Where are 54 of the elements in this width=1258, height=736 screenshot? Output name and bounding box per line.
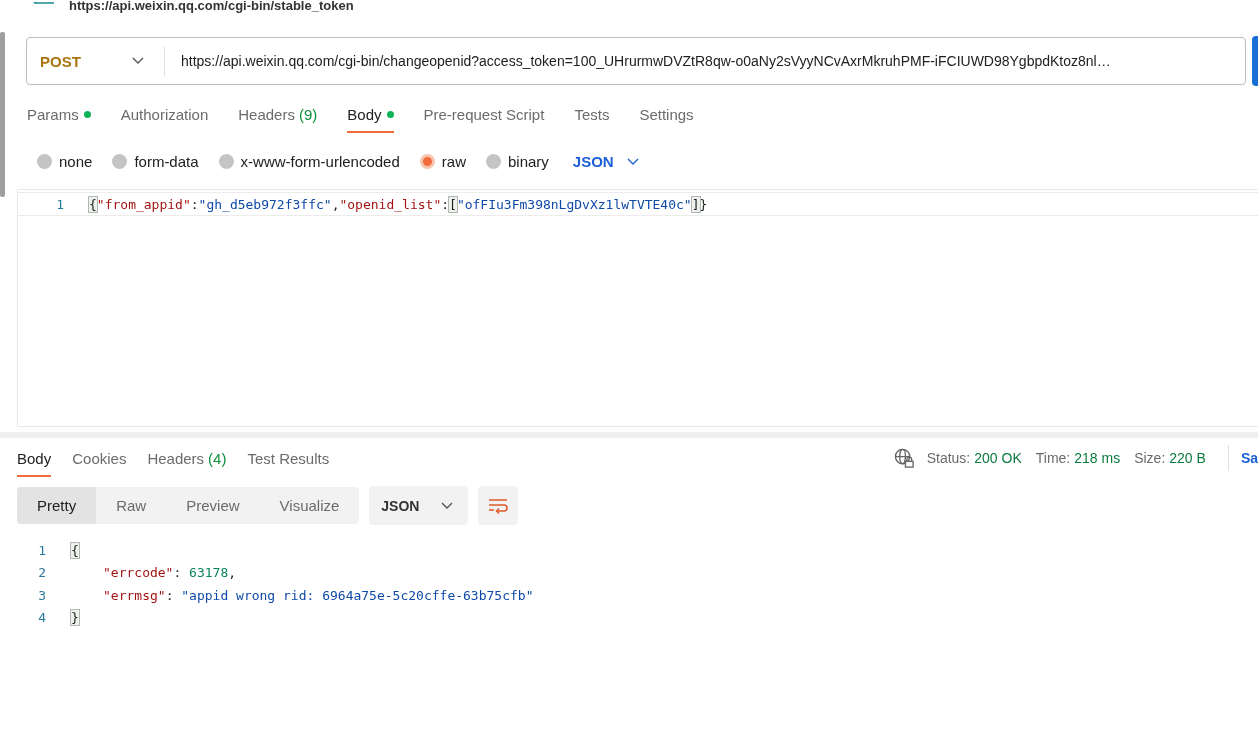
tab[interactable]: Tests	[574, 106, 610, 133]
code-editor[interactable]: 1 {"from_appid":"gh_d5eb972f3ffc","openid_list":["ofFIu3Fm398nLgDvXz1lwTVTE40c"]}	[17, 189, 1258, 427]
wrap-lines-button[interactable]	[478, 486, 519, 525]
view-mode-tab[interactable]: Raw	[96, 487, 167, 524]
format-dropdown[interactable]: JSON	[369, 486, 469, 525]
radio-label: x-www-form-urlencoded	[240, 153, 400, 170]
radio-label: form-data	[134, 153, 199, 170]
line-number: 1	[37, 542, 46, 558]
wrap-icon	[488, 497, 509, 514]
url-field[interactable]: https://api.weixin.qq.com/cgi-bin/changeopenid?access_token=100_UHrurmwDVZtR8qw-o0aNy2sVyyNCvAxrMkruhPMF-iFCIUWD98YgbpdKtoz8nl…	[165, 53, 1111, 69]
tab[interactable]: Authorization	[120, 106, 209, 133]
chevron-icon	[626, 157, 639, 166]
radio-icon[interactable]	[112, 154, 128, 169]
tab[interactable]: Pre-request Script	[423, 106, 545, 133]
status-label: Time:	[1035, 450, 1071, 466]
radio-label: none	[59, 153, 93, 170]
code-line: "errmsg": "appid wrong rid: 6964a75e-5c20cffe-63b75cfb"	[103, 587, 534, 603]
line-number: 1	[55, 196, 64, 212]
tab[interactable]: Test Results	[247, 450, 330, 477]
send-button[interactable]	[1252, 36, 1258, 86]
scrollbar[interactable]	[0, 32, 5, 197]
tab[interactable]: Headers (4)	[147, 450, 227, 477]
status-label: Size:	[1134, 450, 1166, 466]
status-value: 220 B	[1169, 450, 1206, 466]
request-name: https://api.weixin.qq.com/cgi-bin/stable_token	[69, 0, 354, 12]
chevron-icon	[132, 57, 144, 65]
line-number: 2	[37, 565, 46, 581]
code-line: {"from_appid":"gh_d5eb972f3ffc","openid_list":["ofFIu3Fm398nLgDvXz1lwTVTE40c"]}	[89, 196, 708, 212]
radio-icon[interactable]	[485, 154, 501, 169]
tab[interactable]: Body	[347, 106, 394, 133]
save-response-link[interactable]: Sa	[1227, 445, 1258, 471]
format-dropdown[interactable]: JSON	[572, 153, 639, 170]
chevron-icon	[441, 501, 454, 510]
line-number: 3	[37, 587, 46, 603]
view-mode-tab[interactable]: Visualize	[259, 487, 360, 524]
radio-label: binary	[507, 153, 549, 170]
globe-lock-icon[interactable]	[893, 447, 915, 469]
code-line: "errcode": 63178,	[103, 565, 237, 581]
radio-label: raw	[441, 153, 466, 170]
line-number: 4	[37, 610, 46, 626]
method-dropdown[interactable]: POST	[27, 46, 165, 76]
tab[interactable]: Headers (9)	[238, 106, 318, 133]
tab[interactable]: Body	[17, 450, 52, 477]
view-mode-tab[interactable]: Preview	[166, 487, 260, 524]
status-value: 218 ms	[1074, 450, 1121, 466]
tab[interactable]: Params	[27, 106, 91, 133]
tab[interactable]: Cookies	[72, 450, 127, 477]
radio-icon[interactable]	[37, 154, 52, 169]
tab[interactable]: Settings	[639, 106, 694, 133]
status-value: 200 OK	[974, 450, 1022, 466]
radio-icon[interactable]	[218, 154, 234, 169]
view-mode-tab[interactable]: Pretty	[17, 487, 97, 524]
status-label: Status:	[926, 450, 971, 466]
radio-icon[interactable]	[419, 154, 435, 169]
